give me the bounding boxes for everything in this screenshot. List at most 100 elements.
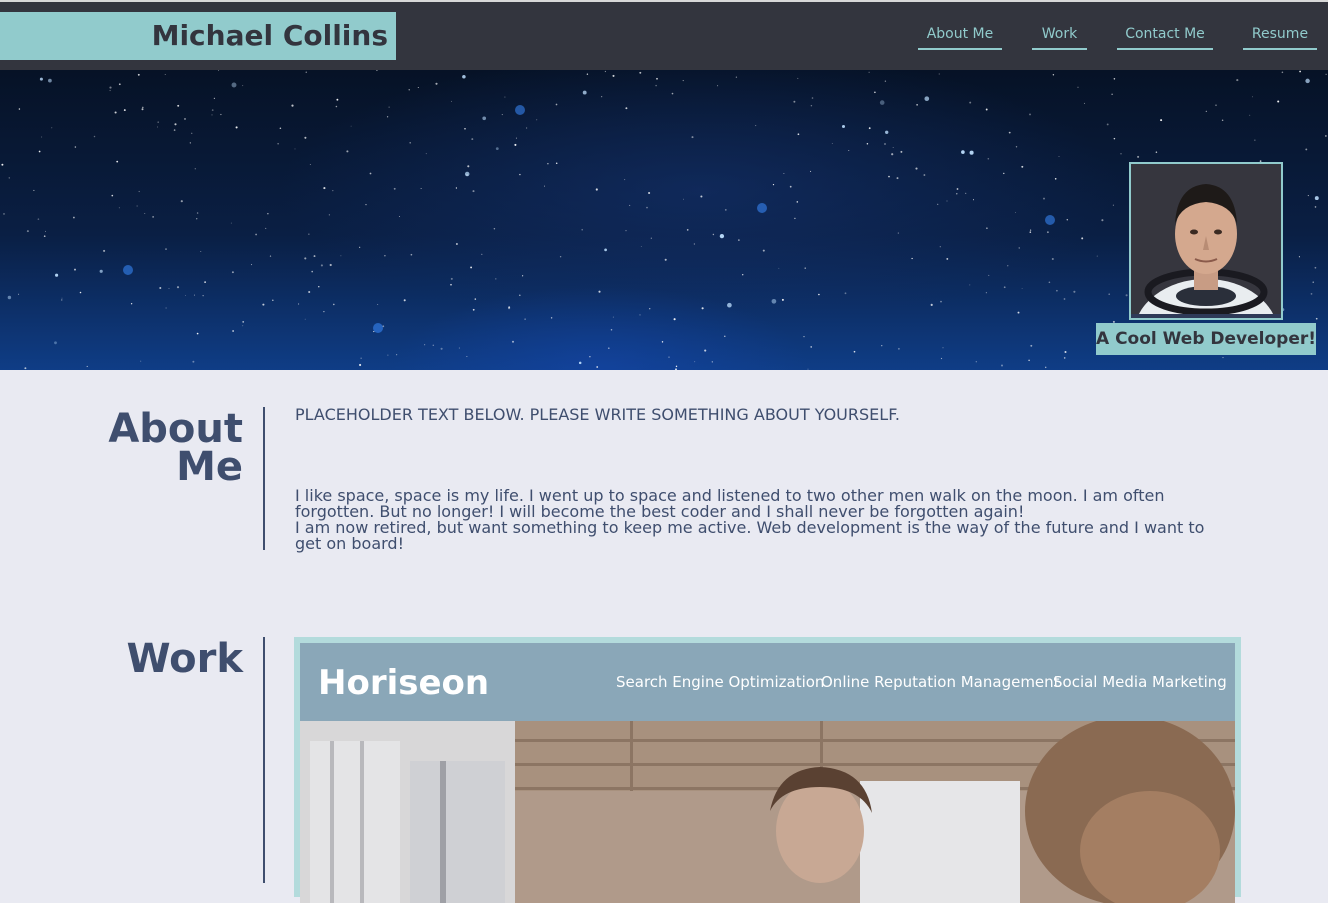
star [686, 229, 689, 231]
star [231, 271, 234, 274]
star [232, 330, 234, 332]
star [1312, 281, 1314, 283]
star [455, 243, 458, 245]
star [1029, 229, 1032, 231]
work-divider [263, 637, 265, 883]
star [897, 347, 900, 350]
star [841, 124, 846, 129]
star [604, 70, 607, 73]
star [377, 303, 379, 305]
star [519, 173, 521, 176]
star [267, 213, 269, 215]
star [470, 266, 473, 269]
nav-work[interactable]: Work [1032, 24, 1087, 50]
star [724, 335, 726, 338]
star [648, 307, 651, 310]
star [1015, 146, 1018, 148]
star [1298, 256, 1300, 258]
star [794, 217, 796, 220]
star [675, 368, 677, 370]
star [885, 130, 889, 134]
star [43, 235, 46, 238]
nav-resume[interactable]: Resume [1243, 24, 1317, 50]
star [141, 108, 144, 111]
star [174, 123, 177, 126]
star [420, 188, 422, 190]
star [1305, 148, 1308, 151]
star [1054, 178, 1057, 180]
star [1252, 96, 1253, 98]
star [783, 173, 785, 174]
star [493, 228, 496, 230]
about-divider [263, 407, 265, 550]
star [1051, 257, 1054, 261]
star [648, 191, 651, 195]
star [897, 232, 899, 234]
star [595, 188, 598, 191]
star [242, 321, 245, 323]
star [969, 150, 974, 155]
star [985, 108, 988, 111]
star [55, 273, 59, 277]
star [1003, 172, 1005, 175]
nav-contact-me[interactable]: Contact Me [1117, 24, 1213, 50]
star [956, 193, 958, 195]
star [220, 113, 222, 116]
star [555, 162, 558, 165]
star [629, 204, 631, 206]
star [939, 246, 941, 248]
star [118, 207, 120, 209]
star [1314, 196, 1319, 201]
star [140, 360, 142, 362]
star [884, 143, 886, 145]
star [888, 175, 890, 178]
star [7, 295, 12, 300]
star [604, 248, 607, 252]
star [550, 317, 553, 319]
star [524, 318, 526, 320]
star [965, 192, 967, 195]
star [152, 216, 154, 218]
star [177, 104, 180, 107]
star [1007, 265, 1009, 267]
star [141, 106, 144, 109]
star [409, 142, 412, 144]
star [74, 146, 77, 148]
project-card-horiseon[interactable]: Horiseon Search Engine Optimization Onli… [294, 637, 1241, 903]
star [1113, 78, 1116, 80]
star [664, 258, 667, 261]
star [668, 356, 670, 358]
project-screenshot[interactable]: Horiseon Search Engine Optimization Onli… [300, 643, 1235, 903]
star [51, 127, 53, 129]
star [650, 237, 652, 239]
star [986, 227, 988, 230]
star [130, 303, 133, 305]
star [1018, 247, 1020, 249]
star [559, 255, 562, 258]
star [673, 318, 676, 321]
star [639, 314, 641, 316]
star [1063, 298, 1066, 300]
nav-about-me[interactable]: About Me [918, 24, 1002, 50]
project-nav-item: Social Media Marketing [1053, 673, 1227, 691]
star [868, 71, 870, 73]
star [519, 294, 521, 296]
star [1083, 102, 1085, 104]
star [501, 114, 503, 116]
star [265, 227, 267, 229]
star [24, 367, 27, 370]
star [1215, 104, 1217, 107]
project-logo-text: Horiseon [318, 663, 490, 703]
star [200, 250, 202, 252]
star [8, 177, 11, 179]
star [607, 347, 610, 350]
star [304, 257, 307, 260]
star [255, 233, 257, 236]
star [159, 286, 162, 290]
star [329, 263, 332, 267]
star [332, 303, 335, 306]
star [1066, 219, 1069, 221]
about-heading-line1: About [108, 406, 243, 452]
star [173, 129, 176, 131]
star [1063, 357, 1066, 359]
